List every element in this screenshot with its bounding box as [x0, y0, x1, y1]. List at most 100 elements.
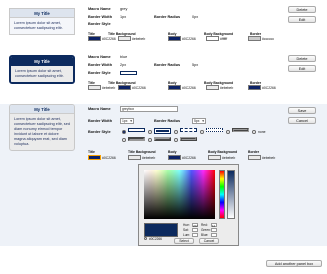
- title-cap: Title: [88, 150, 95, 154]
- macro-name-label: Macro Name: [88, 107, 111, 111]
- title-color-hex: #0C2266: [102, 156, 116, 160]
- body-bg-hex: #ebebeb: [220, 86, 234, 90]
- border-color-swatch: [248, 85, 261, 90]
- body-bg-swatch: [206, 85, 219, 90]
- body-color-hex: #0C2266: [182, 86, 196, 90]
- preview-body: Lorem ipsum dolor sit amet, consectetuer…: [14, 21, 63, 30]
- body-bg-hex: #ebebeb: [222, 156, 236, 160]
- border-cap: Border: [248, 150, 260, 154]
- border-color-hex: #ebebeb: [262, 156, 276, 160]
- border-style-dotted-radio[interactable]: [200, 130, 204, 134]
- title-color-hex: #ebebeb: [102, 86, 116, 90]
- border-radius-label: Border Radius: [154, 15, 181, 19]
- preview-grey: My Title Lorem ipsum dolor sit amet, con…: [9, 8, 75, 35]
- select-button[interactable]: Select: [174, 238, 194, 244]
- border-width-label: Border Width: [88, 15, 113, 19]
- preview-body: Lorem ipsum dolor sit amet, consectetuer…: [14, 117, 70, 146]
- body-cap: Body: [168, 150, 177, 154]
- green-label: Green:: [201, 228, 211, 232]
- border-style-label: Border Style: [88, 130, 111, 134]
- cancel-button[interactable]: Cancel: [288, 117, 316, 124]
- border-color-swatch: [248, 36, 261, 41]
- preview-title: My Title: [10, 105, 74, 114]
- delete-button[interactable]: Delete: [288, 6, 316, 13]
- border-style-label: Border Style: [88, 22, 111, 26]
- title-color-swatch[interactable]: [88, 155, 101, 160]
- border-radius-label: Border Radius: [154, 63, 181, 67]
- border-style-solid: [128, 128, 145, 132]
- border-style-groove: [232, 128, 249, 132]
- lum-input[interactable]: [192, 233, 198, 237]
- border-width-value: 1px: [120, 15, 127, 19]
- title-bg-hex: #ebebeb: [142, 156, 156, 160]
- macro-name-input[interactable]: greybox: [120, 106, 178, 112]
- border-style-ridge: [180, 137, 197, 141]
- body-color-hex: #0C2266: [182, 156, 196, 160]
- border-style-outset: [154, 137, 171, 141]
- border-style-dashed-radio[interactable]: [174, 130, 178, 134]
- macro-name-value: blue: [120, 55, 128, 59]
- title-color-hex: #0C2266: [102, 37, 116, 41]
- border-style-outset-radio[interactable]: [148, 138, 152, 142]
- title-color-swatch: [88, 85, 101, 90]
- title-bg-hex: #ebebeb: [132, 37, 146, 41]
- preview-body: Lorem ipsum dolor sit amet, consectetuer…: [11, 66, 73, 82]
- blue-input[interactable]: [211, 233, 217, 237]
- preview-title: My Title: [10, 9, 74, 18]
- preview-title: My Title: [11, 57, 73, 66]
- saturation-luminance-field[interactable]: [144, 170, 215, 219]
- body-color-hex: #0C2266: [182, 37, 196, 41]
- macro-name-label: Macro Name: [88, 55, 111, 59]
- hex-value[interactable]: #0C2266: [149, 237, 162, 241]
- macro-name-value: grey: [120, 7, 128, 11]
- body-bg-swatch: [206, 36, 219, 41]
- body-bg-swatch[interactable]: [208, 155, 221, 160]
- blue-label: Blue:: [201, 233, 209, 237]
- title-color-swatch: [88, 36, 101, 41]
- body-color-swatch[interactable]: [168, 155, 181, 160]
- delete-button[interactable]: Delete: [288, 55, 316, 62]
- title-bg-swatch[interactable]: [128, 155, 141, 160]
- border-color-hex: #cccccc: [262, 37, 275, 41]
- red-input[interactable]: 12: [211, 223, 217, 228]
- hue-input[interactable]: 222: [192, 223, 198, 228]
- hex-radio[interactable]: [144, 237, 147, 240]
- body-bg-cap: Body Background: [208, 150, 238, 154]
- title-bg-swatch: [118, 36, 131, 41]
- red-label: Red:: [201, 223, 208, 227]
- body-color-swatch: [168, 36, 181, 41]
- border-style-inset: [128, 137, 145, 141]
- border-color-swatch[interactable]: [248, 155, 261, 160]
- border-style-double-radio[interactable]: [148, 130, 152, 134]
- sat-label: Sat:: [183, 228, 189, 232]
- body-color-swatch: [168, 85, 181, 90]
- border-style-dashed: [180, 128, 197, 132]
- border-width-label: Border Width: [88, 119, 113, 123]
- border-radius-select[interactable]: 5px: [192, 118, 206, 124]
- border-style-solid-radio[interactable]: [122, 130, 126, 134]
- edit-button[interactable]: Edit: [288, 16, 316, 23]
- current-color-bar: [227, 170, 235, 219]
- title-bg-hex: #0C2266: [132, 86, 146, 90]
- color-picker: Hue: 222 Red: 12 Sat: Green: Lum: Blue: …: [138, 164, 239, 246]
- save-button[interactable]: Save: [288, 107, 316, 114]
- border-width-label: Border Width: [88, 63, 113, 67]
- border-style-none-radio[interactable]: [252, 130, 256, 134]
- border-style-ridge-radio[interactable]: [174, 138, 178, 142]
- picker-cancel-button[interactable]: Cancel: [199, 238, 219, 244]
- green-input[interactable]: [211, 228, 217, 232]
- border-style-groove-radio[interactable]: [226, 130, 230, 134]
- title-bg-cap: Title Background: [128, 150, 156, 154]
- macro-name-label: Macro Name: [88, 7, 111, 11]
- border-radius-value: 5px: [192, 63, 199, 67]
- edit-button[interactable]: Edit: [288, 65, 316, 72]
- border-width-select[interactable]: 1px: [120, 118, 134, 124]
- hue-slider[interactable]: [219, 170, 225, 219]
- border-style-solid: [120, 71, 137, 75]
- selected-color-preview: [144, 223, 178, 237]
- add-panel-box-button[interactable]: Add another panel box: [266, 260, 322, 267]
- border-width-value: 2px: [120, 63, 127, 67]
- border-style-inset-radio[interactable]: [122, 138, 126, 142]
- border-style-none-label: none: [258, 130, 266, 134]
- sat-input[interactable]: [192, 228, 198, 232]
